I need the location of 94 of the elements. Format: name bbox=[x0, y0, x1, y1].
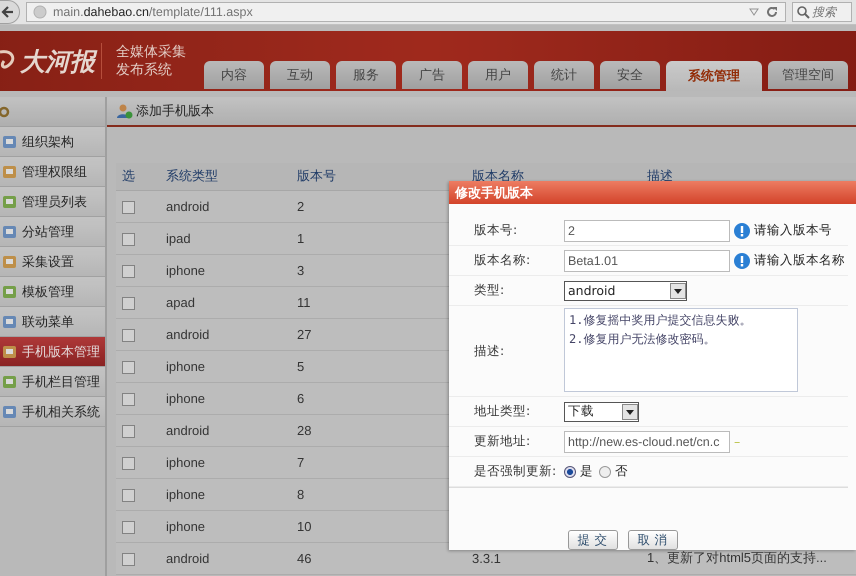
sidebar-item[interactable]: 管理员列表 bbox=[0, 187, 105, 217]
reload-icon[interactable] bbox=[765, 5, 779, 19]
row-checkbox[interactable] bbox=[122, 456, 135, 470]
row-checkbox[interactable] bbox=[122, 360, 135, 374]
table-cell: android bbox=[166, 190, 297, 222]
row-checkbox[interactable] bbox=[122, 328, 135, 342]
url-text: main.dahebao.cn/template/111.aspx bbox=[53, 5, 253, 19]
app-icon bbox=[2, 254, 18, 270]
nav-tab[interactable]: 用户 bbox=[468, 61, 528, 89]
app-icon bbox=[2, 194, 18, 210]
app-icon bbox=[2, 164, 18, 180]
sidebar-item[interactable]: 手机栏目管理 bbox=[0, 367, 105, 397]
input-field[interactable]: Beta1.01 bbox=[564, 250, 730, 272]
sidebar-item[interactable]: 联动菜单 bbox=[0, 307, 105, 337]
table-cell: iphone bbox=[166, 350, 297, 382]
back-button[interactable] bbox=[0, 0, 20, 24]
table-cell: 1、更新了对html5页面的支持... bbox=[647, 550, 827, 565]
app-icon bbox=[2, 374, 18, 390]
app-icon bbox=[2, 284, 18, 300]
system-subtitle: 发布系统 bbox=[116, 61, 173, 79]
radio-label: 是 bbox=[580, 463, 593, 480]
nav-tab[interactable]: 互动 bbox=[270, 61, 330, 89]
field-label: 版本号: bbox=[473, 222, 518, 239]
table-cell: android bbox=[166, 414, 297, 446]
radio-label: 否 bbox=[615, 463, 628, 480]
sidebar-item[interactable]: 分站管理 bbox=[0, 217, 105, 247]
nav-tab[interactable]: 系统管理 bbox=[666, 61, 762, 91]
system-subtitle: 全媒体采集 bbox=[116, 43, 186, 61]
dropdown-icon bbox=[622, 404, 638, 420]
add-user-icon bbox=[117, 103, 133, 119]
app-icon bbox=[2, 314, 18, 330]
field-label: 描述: bbox=[473, 342, 506, 360]
nav-tab[interactable]: 内容 bbox=[204, 61, 264, 89]
radio-button[interactable] bbox=[564, 466, 576, 478]
field-label: 是否强制更新: bbox=[473, 463, 558, 480]
app-icon bbox=[2, 344, 18, 360]
table-cell: ipad bbox=[166, 222, 297, 254]
dropdown-icon bbox=[670, 282, 686, 298]
hint-text: 请输入版本号 bbox=[754, 222, 832, 239]
field-label: 地址类型: bbox=[473, 403, 532, 420]
app-icon bbox=[2, 134, 18, 150]
sidebar-item[interactable]: 模板管理 bbox=[0, 277, 105, 307]
app-icon bbox=[2, 404, 18, 420]
table-cell: android bbox=[166, 542, 297, 574]
search-icon bbox=[796, 5, 810, 19]
add-version-button[interactable]: 添加手机版本 bbox=[117, 102, 214, 120]
hint-text: – bbox=[734, 434, 740, 449]
sidebar-item[interactable]: 手机版本管理 bbox=[0, 337, 105, 367]
row-checkbox[interactable] bbox=[122, 232, 135, 246]
select-field[interactable]: 下载 bbox=[564, 402, 639, 422]
address-field[interactable]: main.dahebao.cn/template/111.aspx bbox=[26, 2, 786, 22]
nav-tab[interactable]: 服务 bbox=[336, 61, 396, 89]
radio-button[interactable] bbox=[599, 466, 611, 478]
column-header: 系统类型 bbox=[166, 163, 297, 190]
input-field[interactable]: 2 bbox=[564, 220, 730, 242]
row-checkbox[interactable] bbox=[122, 264, 135, 278]
table-cell: iphone bbox=[166, 382, 297, 414]
field-label: 更新地址: bbox=[473, 433, 532, 450]
sidebar-item[interactable]: 采集设置 bbox=[0, 247, 105, 277]
dialog-button[interactable]: 取 消 bbox=[628, 530, 678, 550]
sidebar-item[interactable]: 管理权限组 bbox=[0, 157, 105, 187]
dialog-button[interactable]: 提 交 bbox=[568, 530, 618, 550]
row-checkbox[interactable] bbox=[122, 200, 135, 214]
table-cell: iphone bbox=[166, 510, 297, 542]
logo-text: 大河报 bbox=[20, 44, 95, 78]
nav-tab[interactable]: 管理空间 bbox=[768, 61, 848, 89]
column-header: 选 bbox=[116, 163, 166, 190]
row-checkbox[interactable] bbox=[122, 520, 135, 534]
row-checkbox[interactable] bbox=[122, 392, 135, 406]
row-checkbox[interactable] bbox=[122, 488, 135, 502]
description-field[interactable]: 1.修复摇中奖用户提交信息失败。 2.修复用户无法修改密码。 bbox=[564, 308, 798, 392]
sidebar-item[interactable]: 组织架构 bbox=[0, 127, 105, 157]
search-field[interactable]: 搜索 bbox=[792, 2, 852, 22]
nav-tab[interactable]: 广告 bbox=[402, 61, 462, 89]
table-cell: iphone bbox=[166, 478, 297, 510]
hint-text: 请输入版本名称 bbox=[754, 252, 845, 269]
sidebar-item[interactable]: 手机相关系统 bbox=[0, 397, 105, 427]
dropdown-icon[interactable] bbox=[749, 8, 759, 16]
field-label: 类型: bbox=[473, 282, 506, 299]
table-cell: iphone bbox=[166, 254, 297, 286]
table-cell: iphone bbox=[166, 446, 297, 478]
field-label: 版本名称: bbox=[473, 252, 532, 269]
input-field[interactable]: http://new.es-cloud.net/cn.c bbox=[564, 430, 730, 452]
select-field[interactable]: android bbox=[564, 280, 687, 300]
nav-tab[interactable]: 安全 bbox=[600, 61, 660, 89]
table-cell: android bbox=[166, 318, 297, 350]
row-checkbox[interactable] bbox=[122, 424, 135, 438]
table-cell: 3.3.1 bbox=[472, 550, 501, 566]
nav-tab[interactable]: 统计 bbox=[534, 61, 594, 89]
app-icon bbox=[2, 224, 18, 240]
row-checkbox[interactable] bbox=[122, 296, 135, 310]
table-cell: apad bbox=[166, 286, 297, 318]
back-arrow-icon bbox=[1, 5, 15, 19]
row-checkbox[interactable] bbox=[122, 552, 135, 566]
